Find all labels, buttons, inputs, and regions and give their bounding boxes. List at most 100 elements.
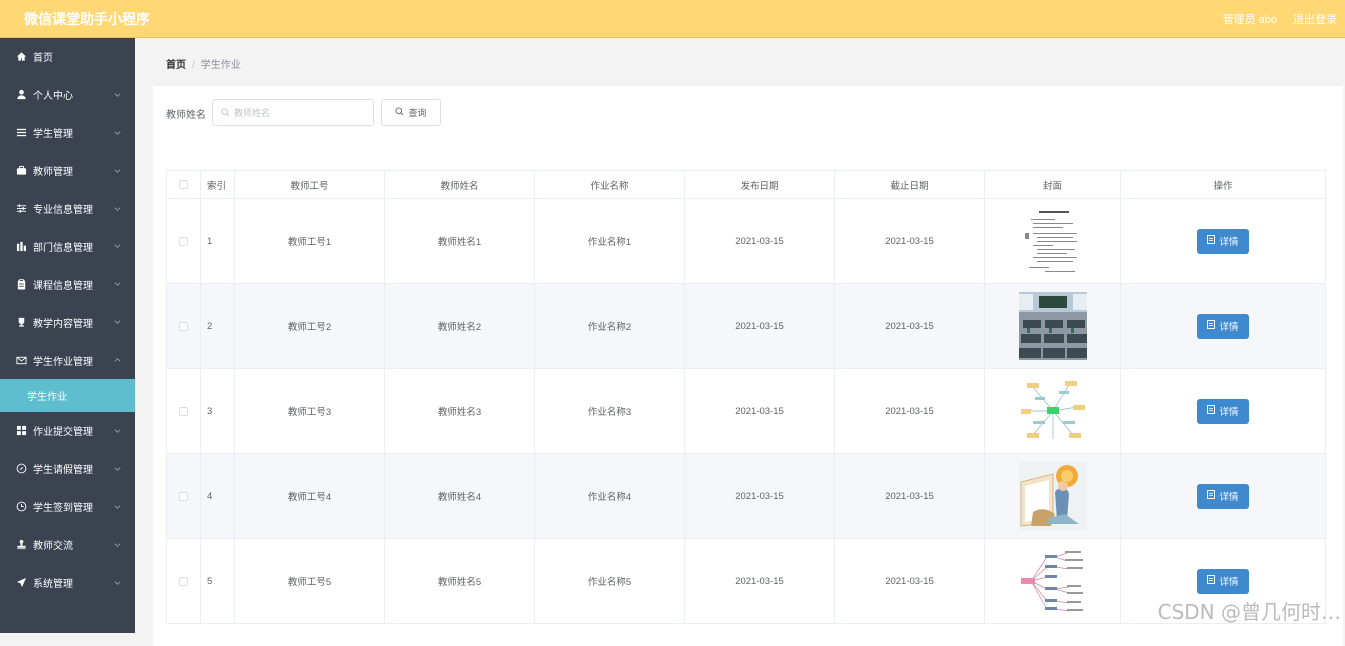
- sidebar-item-label: 学生作业管理: [33, 356, 93, 368]
- column-header-teacher-name: 教师姓名: [385, 171, 535, 198]
- chevron-down-icon: [114, 203, 121, 214]
- detail-button-label: 详情: [1219, 322, 1239, 333]
- search-field[interactable]: [212, 99, 374, 126]
- sidebar-item-label: 专业信息管理: [33, 205, 93, 216]
- grid-icon: [16, 425, 27, 436]
- teacher-name-input[interactable]: [234, 107, 364, 118]
- table-row: 4 教师工号4 教师姓名4 作业名称4 2021-03-15 2021-03-15 详情: [167, 454, 1325, 539]
- cell-homework-name: 作业名称5: [535, 539, 685, 623]
- chevron-down-icon: [114, 501, 121, 512]
- document-icon: [1207, 405, 1216, 417]
- table-row: 2 教师工号2 教师姓名2 作业名称2 2021-03-15 2021-03-15 详情: [167, 284, 1325, 369]
- bar-chart-icon: [16, 241, 27, 252]
- sidebar-item[interactable]: 教学内容管理: [0, 303, 135, 341]
- sidebar-item[interactable]: 教师交流: [0, 526, 135, 564]
- cell-cover: [985, 454, 1121, 538]
- sidebar-item[interactable]: 学生管理: [0, 114, 135, 152]
- table-row: 1 教师工号1 教师姓名1 作业名称1 2021-03-15 2021-03-15 详情: [167, 199, 1325, 284]
- clock-icon: [16, 501, 27, 512]
- cell-teacher-name: 教师姓名3: [385, 369, 535, 453]
- sidebar-item-label: 课程信息管理: [33, 280, 93, 292]
- breadcrumb-current: 学生作业: [200, 60, 241, 71]
- sidebar-item[interactable]: 学生请假管理: [0, 450, 135, 488]
- cell-teacher-id: 教师工号4: [235, 454, 385, 538]
- trophy-icon: [16, 317, 27, 328]
- cell-cover: [985, 199, 1121, 283]
- sidebar-item[interactable]: 首页: [0, 38, 135, 76]
- header-checkbox-cell: [167, 171, 201, 198]
- logout-button[interactable]: 退出登录: [1293, 11, 1337, 27]
- cell-index: 5: [201, 539, 235, 623]
- cell-homework-name: 作业名称2: [535, 284, 685, 368]
- chevron-down-icon: [114, 539, 121, 550]
- column-header-deadline: 截止日期: [835, 171, 985, 198]
- homework-table: 索引 教师工号 教师姓名 作业名称 发布日期 截止日期 封面 操作 1 教师工号1…: [166, 170, 1326, 624]
- breadcrumb-home[interactable]: 首页: [166, 60, 186, 71]
- row-checkbox[interactable]: [179, 321, 188, 331]
- sidebar-item[interactable]: 作业提交管理: [0, 412, 135, 450]
- detail-button[interactable]: 详情: [1197, 228, 1249, 254]
- sidebar-item[interactable]: 部门信息管理: [0, 227, 135, 265]
- cell-teacher-id: 教师工号1: [235, 199, 385, 283]
- row-checkbox-cell: [167, 454, 201, 538]
- chevron-up-icon: [114, 355, 121, 366]
- briefcase-icon: [16, 165, 27, 176]
- search-icon: [395, 107, 404, 118]
- row-checkbox[interactable]: [179, 406, 188, 416]
- compass-icon: [16, 463, 27, 474]
- cover-image[interactable]: [1018, 292, 1087, 360]
- row-checkbox[interactable]: [179, 576, 188, 586]
- cover-image[interactable]: [1018, 547, 1087, 615]
- row-checkbox-cell: [167, 539, 201, 623]
- document-icon: [1207, 235, 1216, 247]
- cover-image[interactable]: [1018, 207, 1087, 275]
- search-label: 教师姓名: [166, 110, 206, 121]
- cell-index: 1: [201, 199, 235, 283]
- sidebar-item[interactable]: 教师管理: [0, 152, 135, 190]
- row-checkbox-cell: [167, 199, 201, 283]
- sidebar-item[interactable]: 课程信息管理: [0, 265, 135, 303]
- column-header-index: 索引: [201, 171, 235, 198]
- sidebar-subitem-student-homework[interactable]: 学生作业: [0, 379, 135, 413]
- sidebar-item-label: 系统管理: [33, 579, 73, 591]
- cell-homework-name: 作业名称1: [535, 199, 685, 283]
- breadcrumb-separator: /: [192, 60, 195, 71]
- sidebar-item[interactable]: 学生签到管理: [0, 488, 135, 526]
- row-checkbox-cell: [167, 369, 201, 453]
- cell-homework-name: 作业名称4: [535, 454, 685, 538]
- cell-cover: [985, 539, 1121, 623]
- cell-teacher-id: 教师工号3: [235, 369, 385, 453]
- search-icon: [221, 104, 230, 122]
- cover-image[interactable]: [1018, 462, 1087, 530]
- detail-button[interactable]: 详情: [1197, 313, 1249, 339]
- cell-publish-date: 2021-03-15: [685, 539, 835, 623]
- cell-actions: 详情: [1121, 284, 1325, 368]
- row-checkbox-cell: [167, 284, 201, 368]
- sidebar-item[interactable]: 专业信息管理: [0, 190, 135, 228]
- select-all-checkbox[interactable]: [179, 180, 188, 189]
- detail-button-label: 详情: [1219, 577, 1239, 588]
- row-checkbox[interactable]: [179, 236, 188, 246]
- document-icon: [1207, 575, 1216, 587]
- detail-button[interactable]: 详情: [1197, 483, 1249, 509]
- table-row: 5 教师工号5 教师姓名5 作业名称5 2021-03-15 2021-03-15 详情: [167, 539, 1325, 624]
- watermark: CSDN @曾几何时…: [1157, 600, 1341, 624]
- chevron-down-icon: [114, 279, 121, 290]
- detail-button[interactable]: 详情: [1197, 568, 1249, 594]
- breadcrumb: 首页 / 学生作业: [166, 56, 241, 71]
- sidebar-item[interactable]: 学生作业管理: [0, 341, 135, 379]
- content-panel: 教师姓名 查询 索引 教师工号 教师姓名 作业名称 发布日期 截止日期 封面: [153, 86, 1343, 646]
- table-row: 3 教师工号3 教师姓名3 作业名称3 2021-03-15 2021-03-15 详情: [167, 369, 1325, 454]
- sidebar-item[interactable]: 个人中心: [0, 76, 135, 114]
- sidebar-item[interactable]: 系统管理: [0, 564, 135, 602]
- cell-deadline: 2021-03-15: [835, 454, 985, 538]
- query-button[interactable]: 查询: [381, 99, 441, 126]
- cover-image[interactable]: [1018, 377, 1087, 445]
- cell-homework-name: 作业名称3: [535, 369, 685, 453]
- detail-button[interactable]: 详情: [1197, 398, 1249, 424]
- cell-teacher-id: 教师工号5: [235, 539, 385, 623]
- admin-label[interactable]: 管理员 abo: [1223, 11, 1277, 27]
- home-icon: [16, 51, 27, 62]
- row-checkbox[interactable]: [179, 491, 188, 501]
- detail-button-label: 详情: [1219, 407, 1239, 418]
